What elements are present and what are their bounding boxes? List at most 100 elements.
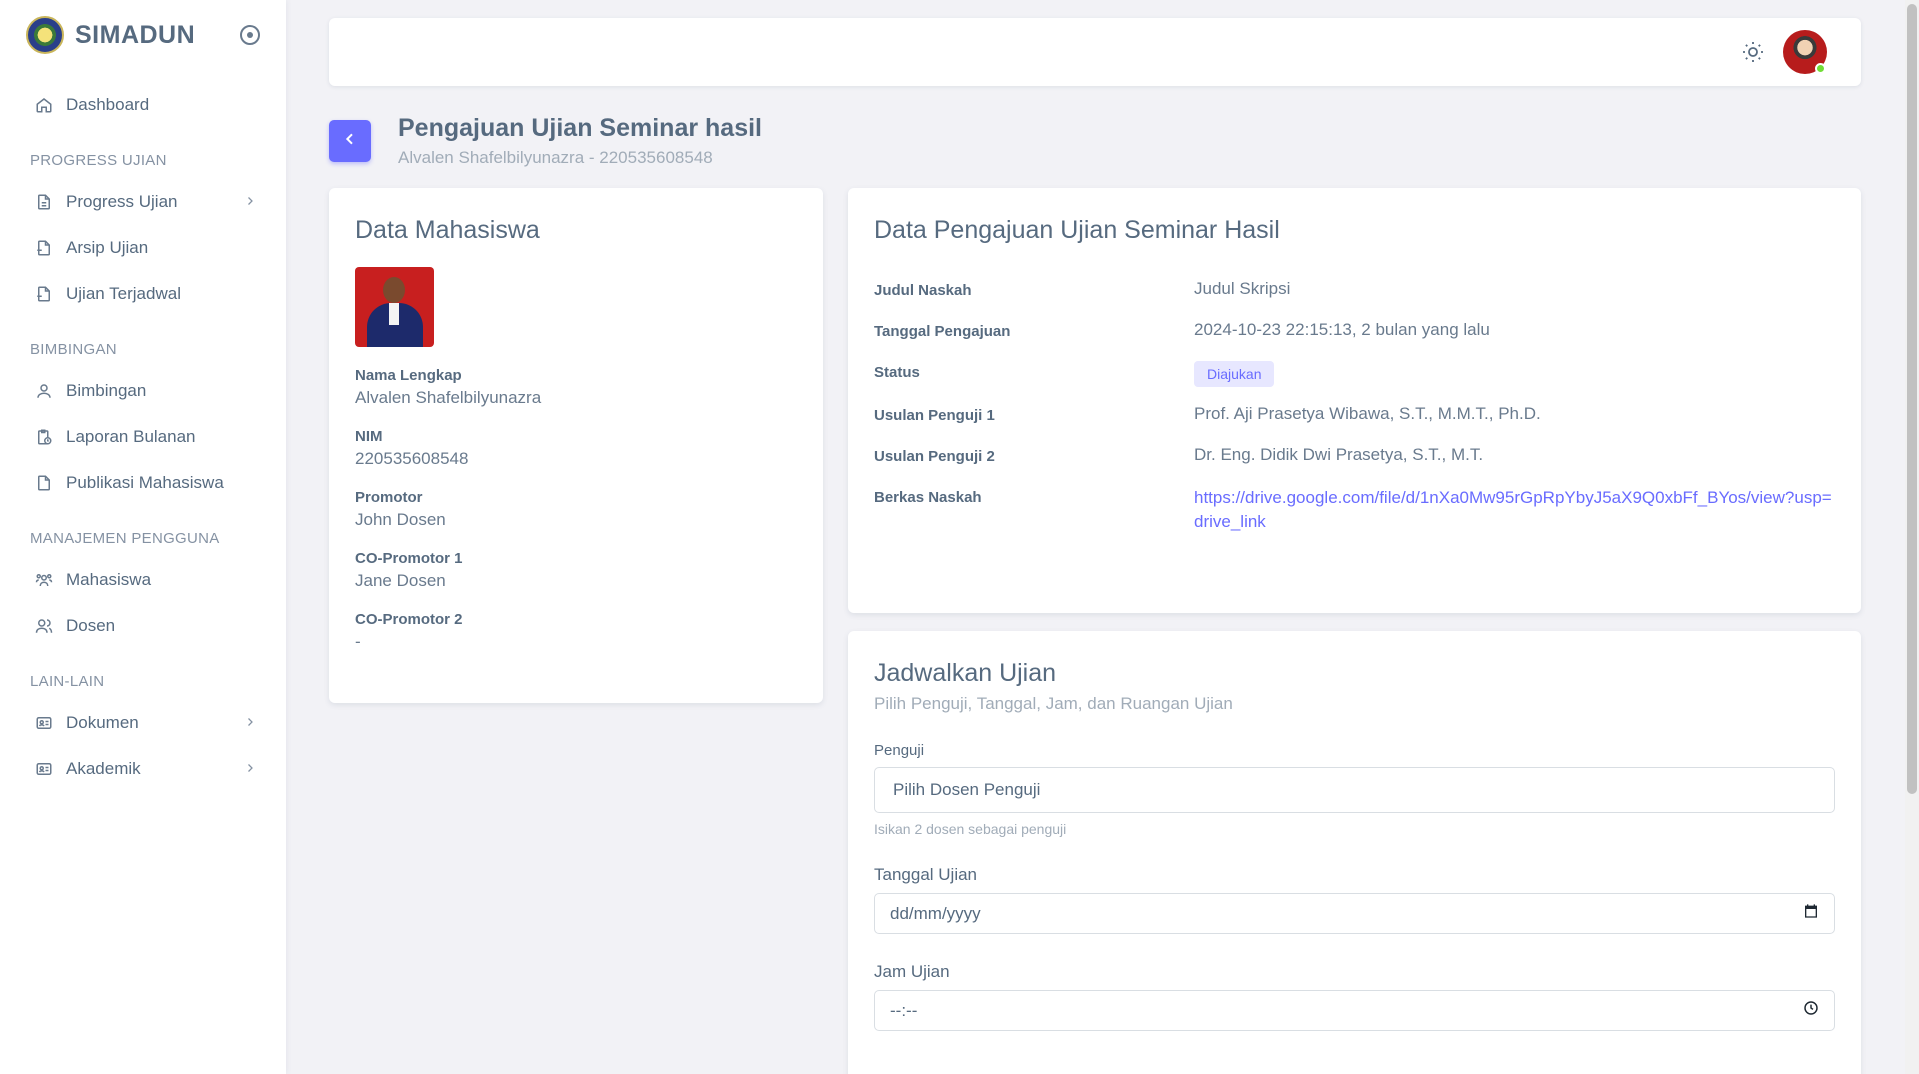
card-title: Data Mahasiswa [355, 216, 540, 244]
users-icon [34, 616, 54, 636]
menu-header-lain: LAIN-LAIN [30, 673, 105, 690]
sidebar-item-label: Progress Ujian [66, 192, 178, 211]
users-group-icon [34, 570, 54, 590]
penguji-select[interactable]: Pilih Dosen Penguji [874, 767, 1835, 813]
chevron-right-icon [244, 715, 256, 731]
sidebar-item-dashboard[interactable]: Dashboard [0, 82, 286, 128]
penguji-help: Isikan 2 dosen sebagai penguji [874, 821, 1067, 837]
field-label: CO-Promotor 2 [355, 611, 463, 628]
sidebar-toggle-icon[interactable] [240, 25, 260, 45]
detail-label: Tanggal Pengajuan [874, 323, 1011, 340]
home-icon [34, 95, 54, 115]
student-card: Data Mahasiswa Nama Lengkap Alvalen Shaf… [329, 188, 823, 703]
field-copromotor-1: CO-Promotor 1 Jane Dosen [355, 550, 797, 591]
detail-row: Tanggal Pengajuan 2024-10-23 22:15:13, 2… [874, 320, 1835, 344]
detail-label: Judul Naskah [874, 282, 972, 299]
page-scrollbar[interactable] [1905, 0, 1919, 1074]
sidebar-menu: Dashboard PROGRESS UJIAN Progress Ujian … [0, 70, 286, 792]
submission-details: Judul Naskah Judul Skripsi Tanggal Penga… [874, 279, 1835, 534]
id-card-icon [34, 759, 54, 779]
tanggal-input[interactable]: dd/mm/yyyy [874, 893, 1835, 934]
chevron-right-icon [244, 194, 256, 210]
sidebar-item-laporan-bulanan[interactable]: Laporan Bulanan [0, 414, 286, 460]
penguji-placeholder: Pilih Dosen Penguji [893, 780, 1041, 799]
menu-header-bimbingan: BIMBINGAN [30, 341, 117, 358]
sidebar-item-label: Dosen [66, 616, 116, 635]
sun-icon[interactable] [1741, 40, 1765, 64]
detail-value: Prof. Aji Prasetya Wibawa, S.T., M.M.T.,… [1194, 404, 1541, 423]
sidebar-item-progress-ujian[interactable]: Progress Ujian [0, 179, 286, 225]
detail-row: Usulan Penguji 1 Prof. Aji Prasetya Wiba… [874, 404, 1835, 428]
sidebar-item-bimbingan[interactable]: Bimbingan [0, 368, 286, 414]
photo-collar [389, 303, 399, 325]
online-status-dot [1815, 63, 1826, 74]
sidebar-item-label: Laporan Bulanan [66, 427, 196, 446]
menu-header-pengguna: MANAJEMEN PENGGUNA [30, 530, 220, 547]
field-label: Nama Lengkap [355, 367, 462, 384]
sidebar-item-label: Akademik [66, 759, 141, 778]
field-value: - [355, 632, 361, 651]
sidebar-item-label: Arsip Ujian [66, 238, 149, 257]
detail-row: Status Diajukan [874, 361, 1835, 387]
tanggal-placeholder: dd/mm/yyyy [890, 903, 981, 923]
field-nim: NIM 220535608548 [355, 428, 797, 469]
menu-header-progress: PROGRESS UJIAN [30, 152, 167, 169]
sidebar-item-mahasiswa[interactable]: Mahasiswa [0, 557, 286, 603]
detail-row: Usulan Penguji 2 Dr. Eng. Didik Dwi Pras… [874, 445, 1835, 469]
field-label: NIM [355, 428, 383, 445]
file-icon [34, 473, 54, 493]
berkas-link[interactable]: https://drive.google.com/file/d/1nXa0Mw9… [1194, 488, 1832, 531]
clock-icon[interactable] [1803, 1000, 1819, 1021]
sidebar-item-dosen[interactable]: Dosen [0, 603, 286, 649]
chevron-left-icon [342, 131, 358, 152]
card-title: Jadwalkan Ujian [874, 659, 1057, 687]
scrollbar-thumb[interactable] [1907, 4, 1917, 794]
detail-label: Usulan Penguji 1 [874, 407, 995, 424]
sidebar-item-label: Bimbingan [66, 381, 147, 400]
field-value: Alvalen Shafelbilyunazra [355, 388, 542, 407]
page-subtitle: Alvalen Shafelbilyunazra - 220535608548 [398, 148, 713, 167]
detail-value: Judul Skripsi [1194, 279, 1291, 298]
sidebar-item-label: Dashboard [66, 95, 150, 114]
sidebar-item-ujian-terjadwal[interactable]: Ujian Terjadwal [0, 271, 286, 317]
sidebar-item-dokumen[interactable]: Dokumen [0, 700, 286, 746]
card-subtitle: Pilih Penguji, Tanggal, Jam, dan Ruangan… [874, 694, 1233, 713]
clipboard-clock-icon [34, 427, 54, 447]
calendar-icon[interactable] [1803, 903, 1819, 924]
detail-value: Dr. Eng. Didik Dwi Prasetya, S.T., M.T. [1194, 445, 1484, 464]
jam-placeholder: --:-- [890, 1000, 918, 1020]
field-label: CO-Promotor 1 [355, 550, 463, 567]
jam-label: Jam Ujian [874, 962, 950, 981]
tanggal-label: Tanggal Ujian [874, 865, 978, 884]
field-value: Jane Dosen [355, 571, 446, 590]
field-nama: Nama Lengkap Alvalen Shafelbilyunazra [355, 367, 797, 408]
field-copromotor-2: CO-Promotor 2 - [355, 611, 797, 652]
field-value: John Dosen [355, 510, 446, 529]
sidebar-item-akademik[interactable]: Akademik [0, 746, 286, 792]
page-title: Pengajuan Ujian Seminar hasil [398, 114, 763, 142]
jam-input[interactable]: --:-- [874, 990, 1835, 1031]
detail-value: 2024-10-23 22:15:13, 2 bulan yang lalu [1194, 320, 1490, 339]
field-value: 220535608548 [355, 449, 469, 468]
sidebar-item-publikasi[interactable]: Publikasi Mahasiswa [0, 460, 286, 506]
brand-name[interactable]: SIMADUN [75, 21, 195, 50]
sidebar: SIMADUN Dashboard PROGRESS UJIAN Progres… [0, 0, 286, 1074]
detail-row: Judul Naskah Judul Skripsi [874, 279, 1835, 303]
sidebar-item-label: Dokumen [66, 713, 139, 732]
back-button[interactable] [329, 120, 371, 162]
id-card-icon [34, 713, 54, 733]
detail-label: Usulan Penguji 2 [874, 448, 995, 465]
submission-card: Data Pengajuan Ujian Seminar Hasil Judul… [848, 188, 1861, 613]
brand: SIMADUN [0, 0, 286, 70]
brand-logo[interactable] [26, 16, 64, 54]
sidebar-item-label: Publikasi Mahasiswa [66, 473, 224, 492]
status-badge: Diajukan [1194, 361, 1275, 387]
detail-value: Diajukan [1194, 361, 1835, 387]
sidebar-item-arsip-ujian[interactable]: Arsip Ujian [0, 225, 286, 271]
chevron-right-icon [244, 761, 256, 777]
user-icon [34, 381, 54, 401]
sidebar-item-label: Mahasiswa [66, 570, 152, 589]
detail-value: https://drive.google.com/file/d/1nXa0Mw9… [1194, 486, 1835, 534]
detail-row: Berkas Naskah https://drive.google.com/f… [874, 486, 1835, 534]
penguji-label: Penguji [874, 742, 925, 759]
